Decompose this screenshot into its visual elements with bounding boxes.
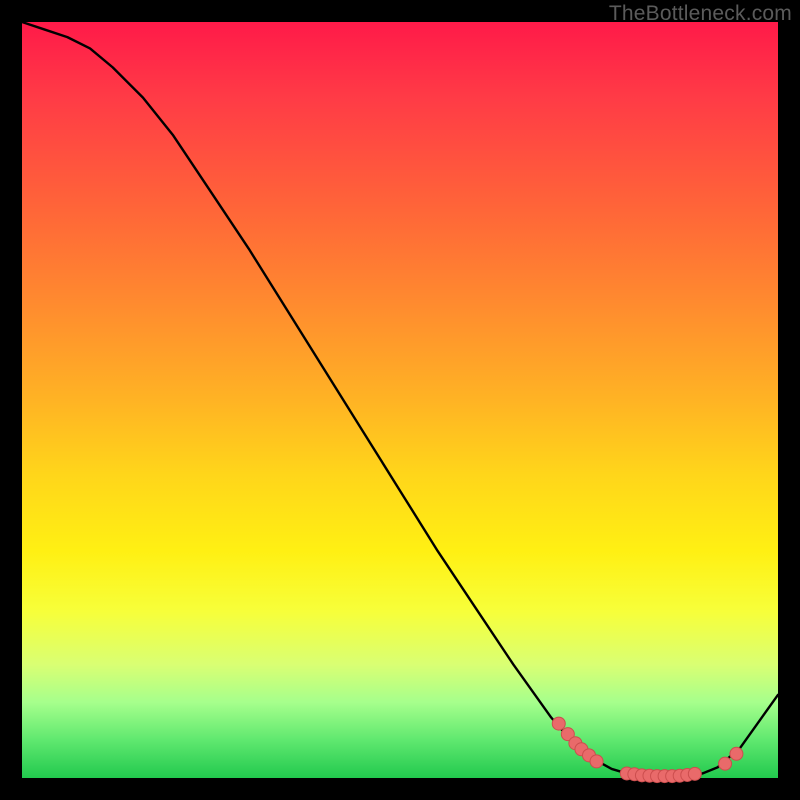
- curve-line: [22, 22, 778, 776]
- watermark-text: TheBottleneck.com: [609, 2, 792, 26]
- data-marker: [688, 767, 701, 780]
- data-marker: [590, 755, 603, 768]
- data-marker: [730, 747, 743, 760]
- data-marker: [552, 717, 565, 730]
- chart-container: TheBottleneck.com: [0, 0, 800, 800]
- data-marker: [719, 757, 732, 770]
- watermark-label: TheBottleneck.com: [609, 2, 792, 25]
- chart-overlay: [22, 22, 778, 778]
- data-markers: [552, 717, 743, 783]
